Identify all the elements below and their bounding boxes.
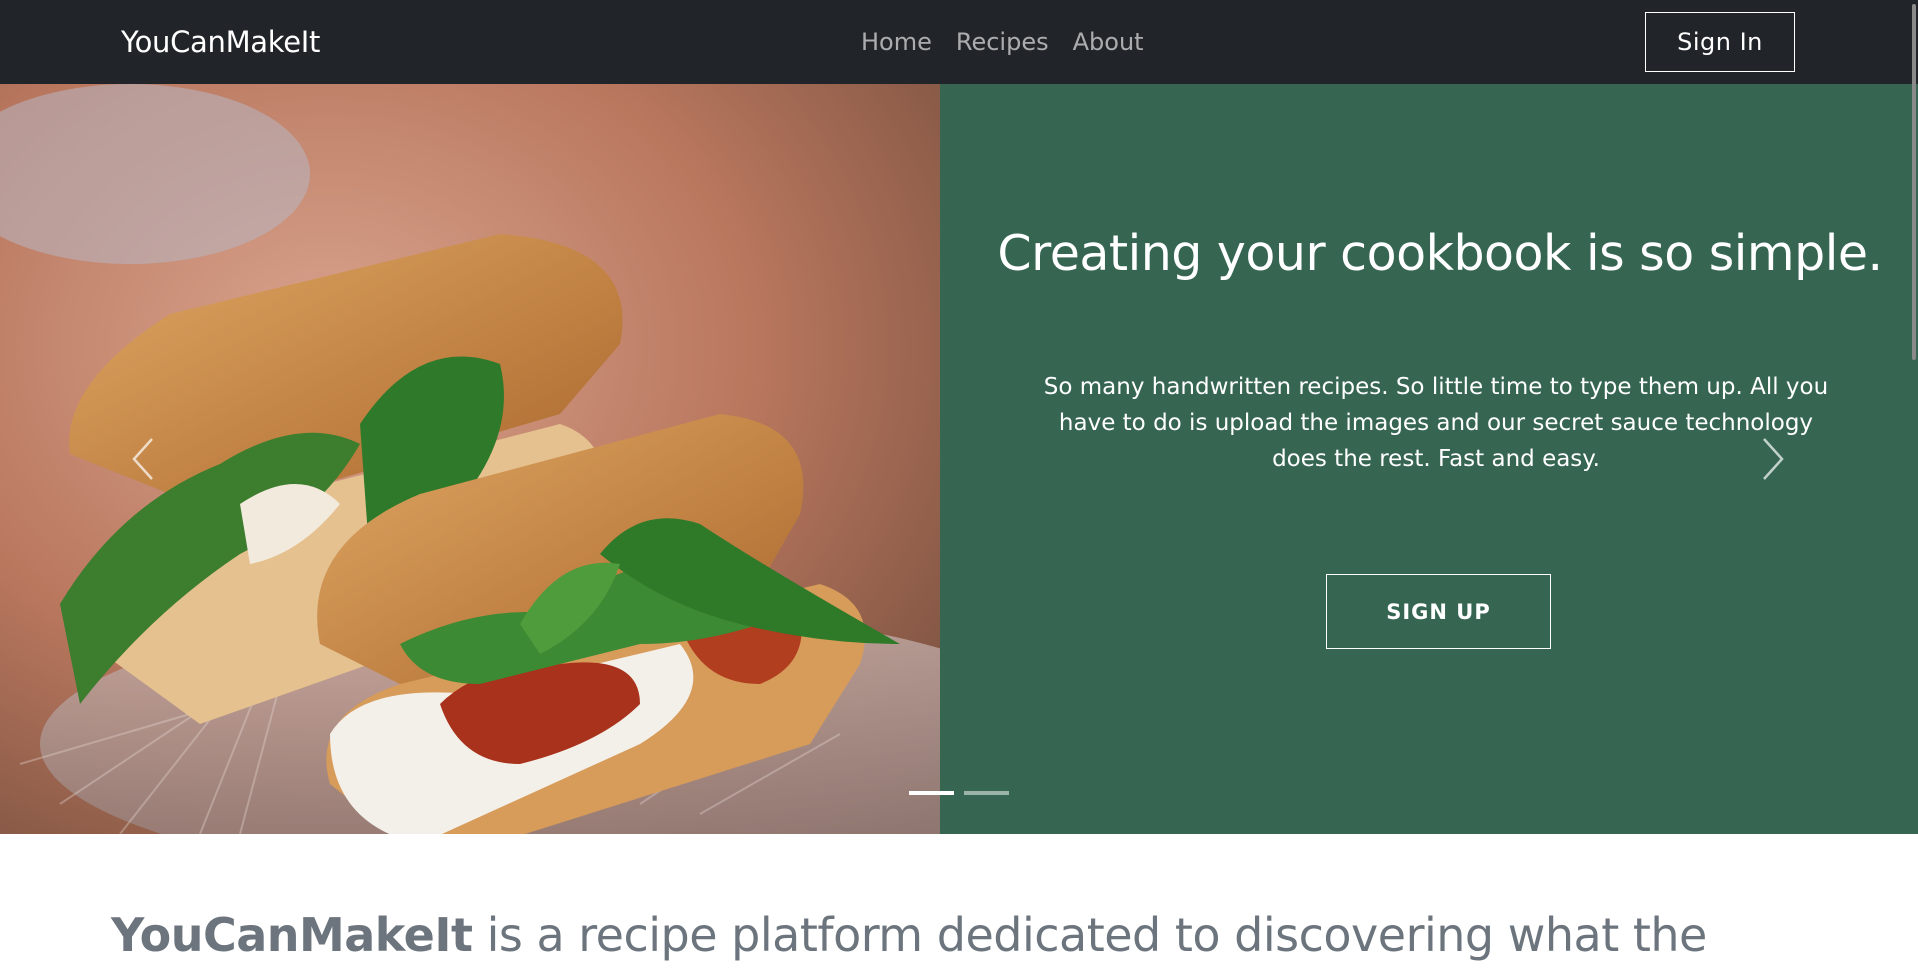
nav-link-about[interactable]: About	[1073, 24, 1144, 60]
nav-link-recipes[interactable]: Recipes	[956, 24, 1049, 60]
chevron-right-icon	[1763, 438, 1784, 480]
carousel-indicator-2[interactable]	[964, 791, 1009, 795]
carousel-indicators	[909, 791, 1009, 795]
chevron-left-icon	[132, 438, 153, 480]
scrollbar-thumb[interactable]	[1912, 4, 1916, 360]
hero-carousel: Creating your cookbook is so simple. So …	[0, 84, 1918, 834]
nav-link-home[interactable]: Home	[861, 24, 932, 60]
carousel-indicator-1[interactable]	[909, 791, 954, 795]
about-intro: YouCanMakeIt is a recipe platform dedica…	[111, 900, 1891, 970]
navbar: YouCanMakeIt Home Recipes About Sign In	[0, 0, 1918, 84]
about-text: is a recipe platform dedicated to discov…	[472, 908, 1708, 962]
sign-up-button[interactable]: SIGN UP	[1326, 574, 1551, 649]
carousel-prev-button[interactable]	[118, 424, 168, 494]
hero-title: Creating your cookbook is so simple.	[997, 225, 1883, 282]
about-brand: YouCanMakeIt	[111, 908, 473, 962]
sign-in-button[interactable]: Sign In	[1645, 12, 1795, 72]
carousel-next-button[interactable]	[1748, 424, 1798, 494]
brand-logo[interactable]: YouCanMakeIt	[121, 24, 320, 60]
hero-description: So many handwritten recipes. So little t…	[1043, 374, 1829, 472]
nav-links: Home Recipes About	[861, 24, 1144, 60]
